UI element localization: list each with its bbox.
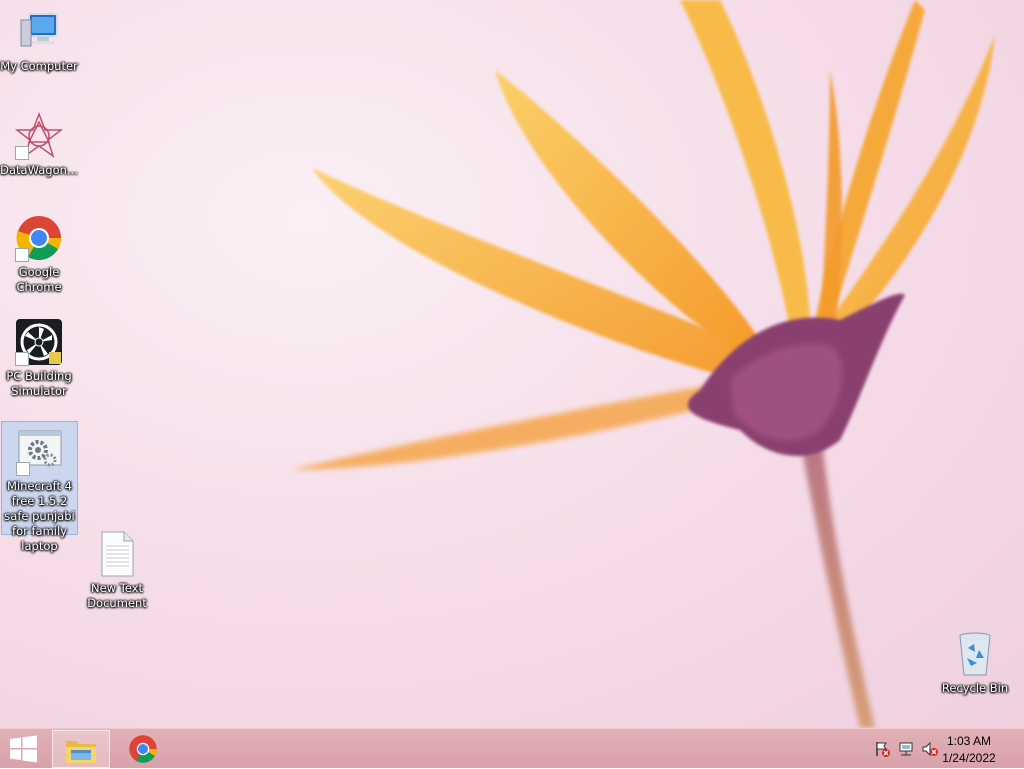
desktop-icon-new-text-document[interactable]: New Text Document [78, 530, 156, 611]
desktop-icon-google-chrome[interactable]: Google Chrome [0, 214, 78, 295]
computer-icon [15, 8, 63, 56]
desktop-icon-label: My Computer [0, 59, 78, 73]
desktop-icon-label: New Text Document [87, 581, 147, 610]
desktop-icon-pc-building-simulator[interactable]: PC Building Simulator [0, 318, 78, 399]
chrome-icon [129, 735, 157, 763]
desktop-icon-label: Recycle Bin [941, 681, 1009, 695]
desktop-icon-label: PC Building Simulator [6, 369, 72, 398]
windows-start-icon [10, 735, 37, 763]
taskbar-google-chrome[interactable] [114, 730, 172, 768]
network-icon[interactable] [898, 741, 914, 757]
text-document-icon [93, 530, 141, 578]
clock-time: 1:03 AM [946, 734, 992, 748]
taskbar: 1:03 AM 1/24/2022 [0, 728, 1024, 768]
clock-date: 1/24/2022 [942, 751, 996, 765]
shortcut-arrow-icon [15, 352, 29, 366]
desktop-icon-label: DataWagon... [0, 163, 78, 177]
desktop-icon-recycle-bin[interactable]: Recycle Bin [936, 630, 1014, 696]
file-explorer-icon [66, 741, 96, 763]
desktop-icon-datawagon[interactable]: DataWagon... [0, 111, 78, 178]
chrome-icon [15, 214, 63, 262]
desktop-icon-minecraft-setup[interactable]: Minecraft 4 free 1.5.2 safe punjabi for … [1, 421, 78, 553]
setup-gear-icon [15, 428, 64, 476]
action-center-flag-icon[interactable] [874, 741, 890, 757]
taskbar-file-explorer[interactable] [52, 730, 110, 768]
desktop[interactable]: My Computer DataWagon... Google Chrome P… [0, 0, 1024, 728]
desktop-icon-my-computer[interactable]: My Computer [0, 8, 78, 74]
taskbar-clock[interactable]: 1:03 AM 1/24/2022 [934, 733, 1004, 767]
shortcut-arrow-icon [15, 146, 29, 160]
wallpaper-flower [290, 0, 995, 728]
shortcut-arrow-icon [15, 248, 29, 262]
pc-building-simulator-icon [15, 318, 63, 366]
shortcut-arrow-icon [15, 462, 30, 476]
desktop-icon-label: Minecraft 4 free 1.5.2 safe punjabi for … [4, 479, 75, 553]
desktop-icon-label: Google Chrome [16, 265, 62, 294]
start-button[interactable] [0, 729, 48, 769]
recycle-bin-icon [951, 630, 999, 678]
datawagon-icon [14, 111, 64, 160]
